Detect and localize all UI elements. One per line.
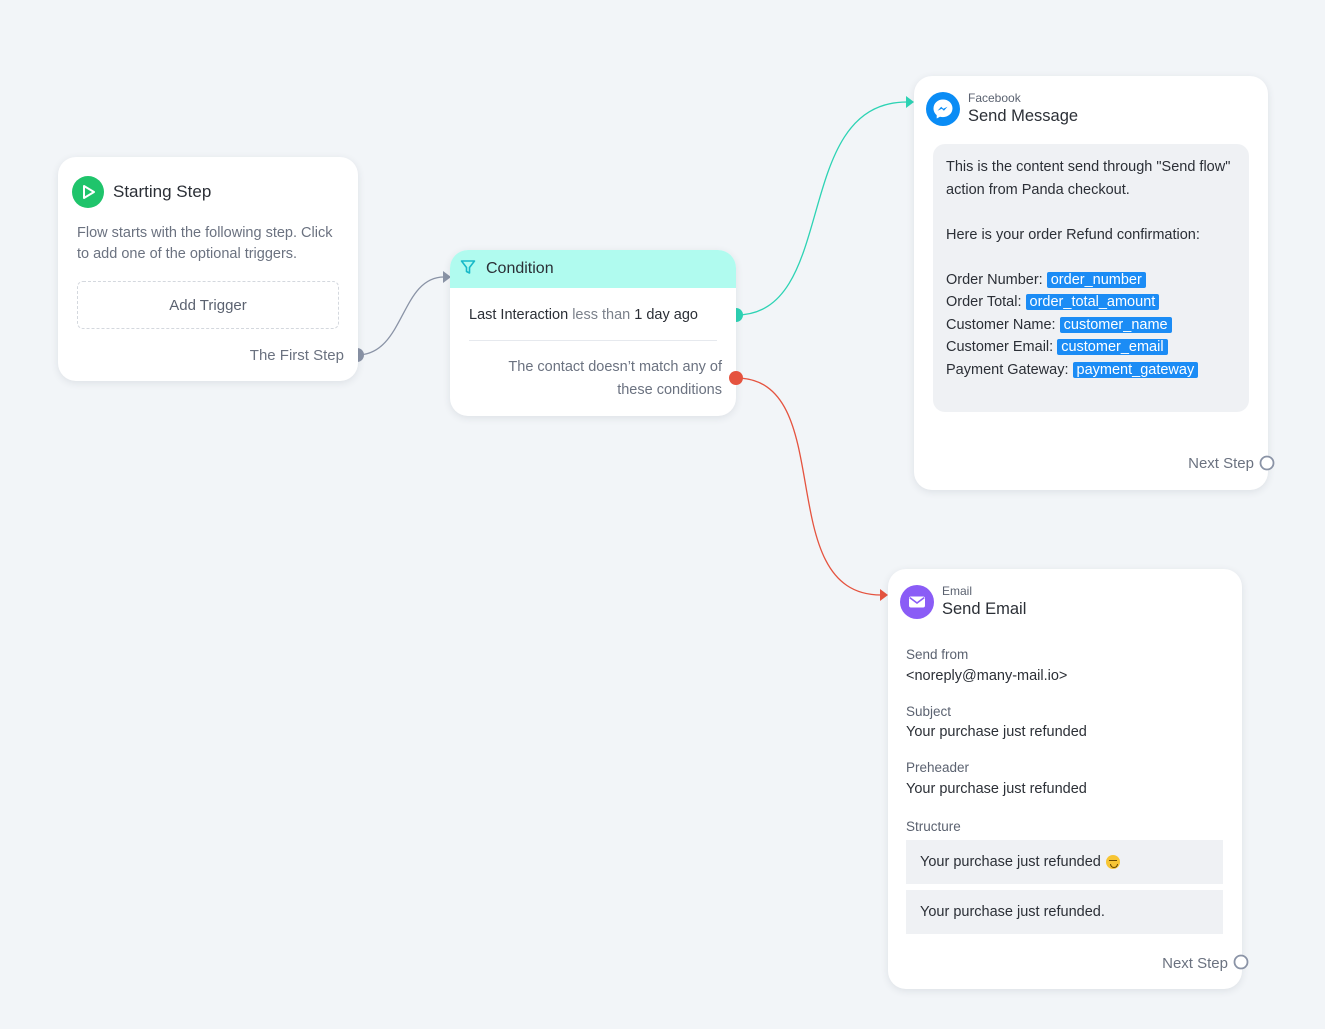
connector-nomatch-to-email xyxy=(735,377,882,596)
subject-value: Your purchase just refunded xyxy=(906,724,1087,740)
connector-start-to-condition xyxy=(356,276,445,356)
subject-label: Subject xyxy=(906,704,952,719)
condition-node[interactable]: Condition Last Interaction less than 1 d… xyxy=(450,250,736,416)
starting-step-header: Starting Step xyxy=(72,176,211,208)
add-trigger-button[interactable]: Add Trigger xyxy=(77,281,339,329)
message-bubble[interactable]: This is the content send through "Send f… xyxy=(933,144,1249,412)
upside-down-face-emoji-icon xyxy=(1105,855,1120,869)
condition-rule-field: Last Interaction xyxy=(469,307,569,323)
structure-block[interactable]: Your purchase just refunded. xyxy=(906,890,1223,934)
send-from-label: Send from xyxy=(906,647,969,662)
starting-step-node[interactable]: Starting Step Flow starts with the follo… xyxy=(58,157,358,381)
facebook-node-header: Facebook Send Message xyxy=(926,91,1078,127)
facebook-send-message-node[interactable]: Facebook Send Message This is the conten… xyxy=(914,76,1268,490)
message-field-row: Payment Gateway: payment_gateway xyxy=(946,359,1236,382)
messenger-icon xyxy=(926,92,960,126)
message-intro: This is the content send through "Send f… xyxy=(946,159,1231,198)
field-label: Customer Name: xyxy=(946,316,1056,333)
email-action-title: Send Email xyxy=(942,600,1027,618)
arrow-head-email xyxy=(880,589,888,601)
variable-tag: customer_name xyxy=(1059,316,1172,333)
message-line: Here is your order Refund confirmation: xyxy=(946,226,1200,243)
variable-tag: order_total_amount xyxy=(1025,294,1160,310)
condition-rule-value: 1 day ago xyxy=(634,307,698,323)
message-field-row: Customer Email: customer_email xyxy=(946,336,1236,359)
variable-tag: order_number xyxy=(1046,271,1146,288)
email-send-email-node[interactable]: Email Send Email Send from <noreply@many… xyxy=(888,569,1242,989)
connector-match-to-facebook xyxy=(735,101,908,316)
field-label: Customer Email: xyxy=(946,339,1054,355)
variable-tag: payment_gateway xyxy=(1072,361,1199,378)
structure-block-text: Your purchase just refunded. xyxy=(920,904,1105,920)
structure-label: Structure xyxy=(906,819,961,834)
facebook-action-title: Send Message xyxy=(968,107,1079,125)
send-from-value: <noreply@many-mail.io> xyxy=(906,668,1068,684)
email-node-header: Email Send Email xyxy=(900,584,1026,620)
email-next-step-label: Next Step xyxy=(1162,955,1228,972)
starting-step-title: Starting Step xyxy=(113,182,212,201)
condition-else-label: The contact doesn’t match any of these c… xyxy=(508,359,722,398)
first-step-label: The First Step xyxy=(249,347,344,364)
structure-block[interactable]: Your purchase just refunded xyxy=(906,840,1223,884)
preheader-label: Preheader xyxy=(906,760,970,775)
message-field-row: Order Number: order_number xyxy=(946,269,1236,292)
message-field-row: Order Total: order_total_amount xyxy=(946,291,1236,314)
field-label: Order Total: xyxy=(946,294,1022,310)
condition-title: Condition xyxy=(486,260,554,277)
message-field-row: Customer Name: customer_name xyxy=(946,314,1236,337)
play-icon xyxy=(72,176,104,208)
arrow-head-facebook xyxy=(906,96,914,108)
condition-divider xyxy=(469,340,717,341)
facebook-next-step-label: Next Step xyxy=(1188,455,1254,472)
starting-step-description: Flow starts with the following step. Cli… xyxy=(77,225,333,262)
condition-header: Condition xyxy=(450,250,736,288)
email-channel-label: Email xyxy=(942,584,973,598)
envelope-icon xyxy=(900,585,934,619)
variable-tag: customer_email xyxy=(1057,339,1168,355)
field-label: Order Number: xyxy=(946,271,1043,288)
condition-rule[interactable]: Last Interaction less than 1 day ago xyxy=(469,307,698,323)
filter-icon xyxy=(459,258,477,281)
condition-rule-operator: less than xyxy=(572,307,631,323)
field-label: Payment Gateway: xyxy=(946,361,1069,378)
structure-block-text: Your purchase just refunded xyxy=(920,854,1101,870)
facebook-channel-label: Facebook xyxy=(968,91,1021,105)
preheader-value: Your purchase just refunded xyxy=(906,781,1087,797)
